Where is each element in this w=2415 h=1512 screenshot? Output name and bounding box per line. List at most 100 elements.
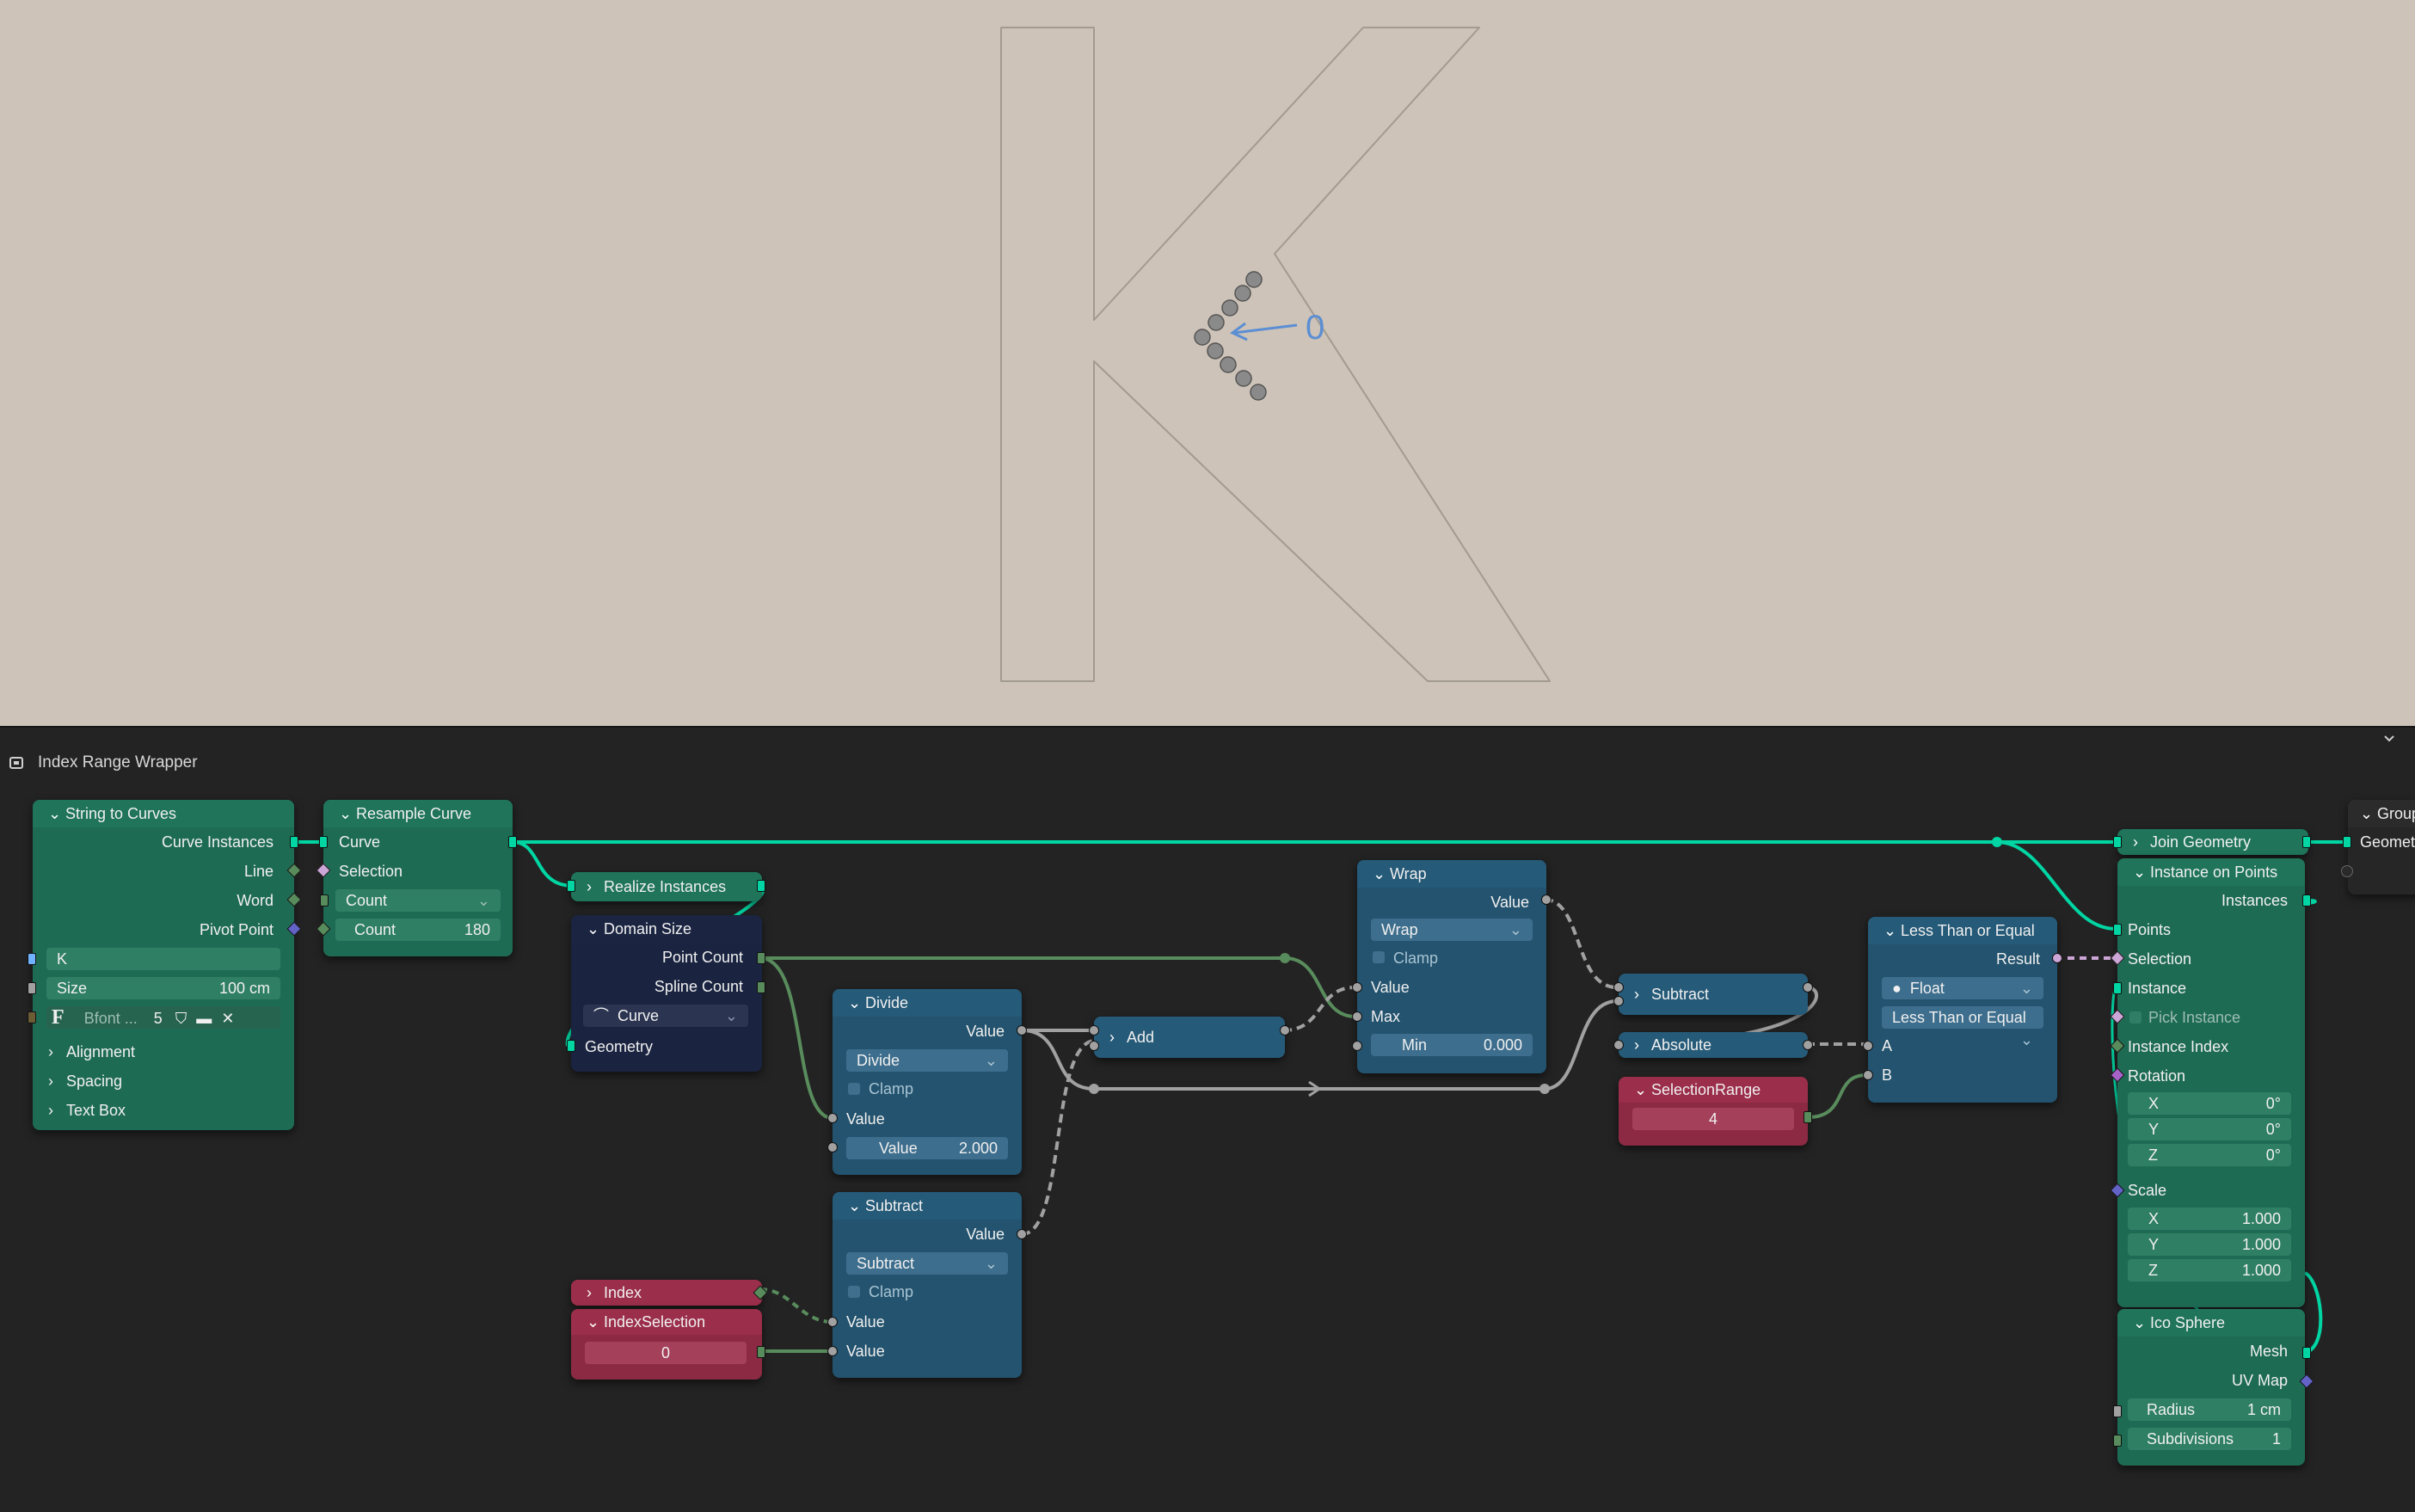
- chevron-right-icon[interactable]: ›: [587, 872, 597, 901]
- socket-instance-in[interactable]: [2113, 982, 2122, 994]
- scale-z[interactable]: Z 1.000: [2128, 1259, 2291, 1282]
- socket-spline-count[interactable]: [757, 981, 765, 993]
- node-ico-sphere[interactable]: ⌄ Ico Sphere Mesh UV Map Radius 1 cm Subdi…: [2117, 1309, 2305, 1466]
- socket-divide-out[interactable]: [1017, 1025, 1027, 1036]
- chevron-down-icon[interactable]: ⌄: [2133, 1309, 2146, 1337]
- node-subtract-index[interactable]: ⌄ Subtract Value Subtract ⌄ Clamp Value Va…: [833, 1192, 1022, 1378]
- socket-curve-out[interactable]: [508, 836, 517, 848]
- socket-absolute-in[interactable]: [1613, 1040, 1624, 1050]
- socket-wrap-max[interactable]: [1352, 1011, 1362, 1022]
- node-divide[interactable]: ⌄ Divide Value Divide ⌄ Clamp Value Value 2…: [833, 989, 1022, 1175]
- node-subtract[interactable]: › Subtract: [1619, 974, 1808, 1015]
- socket-instances-out[interactable]: [2302, 894, 2311, 907]
- node-domain-size[interactable]: ⌄ Domain Size Point Count Spline Count ⌒ …: [571, 915, 762, 1072]
- subdivisions-field[interactable]: Subdivisions 1: [2128, 1428, 2291, 1450]
- socket-realize-out[interactable]: [757, 880, 765, 892]
- folder-icon[interactable]: ▬: [196, 1010, 212, 1027]
- chevron-right-icon[interactable]: ›: [1634, 974, 1644, 1015]
- socket-subtract-out[interactable]: [1017, 1229, 1027, 1239]
- panel-text-box[interactable]: › Text Box: [48, 1096, 126, 1125]
- socket-selection-range-out[interactable]: [1804, 1111, 1812, 1123]
- socket-index-selection-out[interactable]: [757, 1346, 765, 1358]
- chevron-down-icon[interactable]: ⌄: [339, 800, 352, 827]
- socket-curve-in[interactable]: [319, 836, 328, 848]
- domain-dropdown[interactable]: ⌒ Curve ⌄: [583, 1005, 748, 1027]
- socket-domain-geometry[interactable]: [567, 1040, 575, 1052]
- chevron-down-icon[interactable]: ⌄: [848, 989, 861, 1017]
- scale-y[interactable]: Y 1.000: [2128, 1233, 2291, 1256]
- data-type-dropdown[interactable]: ● Float ⌄: [1882, 977, 2043, 999]
- socket-font[interactable]: [28, 1011, 36, 1023]
- chevron-down-icon[interactable]: [2382, 732, 2396, 746]
- font-selector[interactable]: F Bfont ... 5 ⛉ ▬ ✕: [46, 1006, 280, 1029]
- node-index-selection[interactable]: ⌄ IndexSelection 0: [571, 1309, 762, 1380]
- rotation-z[interactable]: Z 0°: [2128, 1144, 2291, 1166]
- socket-size[interactable]: [28, 982, 36, 994]
- node-absolute[interactable]: › Absolute: [1619, 1032, 1808, 1058]
- socket-string[interactable]: [28, 953, 36, 965]
- socket-subtract-in2[interactable]: [827, 1346, 838, 1356]
- socket-subdivisions-in[interactable]: [2113, 1435, 2122, 1447]
- chevron-down-icon[interactable]: ⌄: [587, 1309, 599, 1335]
- socket-subtract-b[interactable]: [1613, 996, 1624, 1006]
- chevron-down-icon[interactable]: ⌄: [2360, 800, 2373, 827]
- socket-point-count[interactable]: [757, 952, 765, 964]
- socket-compare-a[interactable]: [1863, 1041, 1873, 1051]
- socket-wrap-value[interactable]: [1352, 982, 1362, 993]
- socket-divide-in1[interactable]: [827, 1113, 838, 1123]
- count-field[interactable]: Count 180: [335, 919, 501, 941]
- node-add[interactable]: › Add: [1094, 1017, 1285, 1058]
- chevron-down-icon[interactable]: ⌄: [1883, 917, 1896, 944]
- chevron-right-icon[interactable]: ›: [1109, 1017, 1120, 1058]
- socket-compare-b[interactable]: [1863, 1070, 1873, 1080]
- socket-radius-in[interactable]: [2113, 1405, 2122, 1417]
- socket-group-empty[interactable]: [2341, 865, 2353, 877]
- chevron-right-icon[interactable]: ›: [2133, 829, 2143, 855]
- close-icon[interactable]: ✕: [221, 1010, 234, 1027]
- clamp-checkbox[interactable]: [1373, 951, 1385, 963]
- size-field[interactable]: Size 100 cm: [46, 977, 280, 999]
- chevron-down-icon[interactable]: ⌄: [1634, 1077, 1647, 1103]
- socket-absolute-out[interactable]: [1803, 1040, 1813, 1050]
- socket-subtract-top-out[interactable]: [1803, 982, 1813, 993]
- selection-range-value[interactable]: 4: [1632, 1108, 1794, 1130]
- rotation-x[interactable]: X 0°: [2128, 1092, 2291, 1115]
- chevron-right-icon[interactable]: ›: [1634, 1032, 1644, 1058]
- clamp-checkbox[interactable]: [848, 1286, 860, 1298]
- socket-group-geometry[interactable]: [2343, 836, 2351, 848]
- chevron-down-icon[interactable]: ⌄: [48, 800, 61, 827]
- node-selection-range[interactable]: ⌄ SelectionRange 4: [1619, 1077, 1808, 1146]
- panel-spacing[interactable]: › Spacing: [48, 1066, 122, 1096]
- node-index[interactable]: › Index: [571, 1280, 762, 1306]
- chevron-down-icon[interactable]: ⌄: [848, 1192, 861, 1220]
- socket-realize-in[interactable]: [567, 880, 575, 892]
- operation-dropdown[interactable]: Less Than or Equal ⌄: [1882, 1006, 2043, 1048]
- string-input[interactable]: K: [46, 948, 280, 970]
- node-wrap[interactable]: ⌄ Wrap Value Wrap ⌄ Clamp Value Max Min 0.0…: [1357, 860, 1546, 1073]
- scale-x[interactable]: X 1.000: [2128, 1208, 2291, 1230]
- socket-divide-in2[interactable]: [827, 1142, 838, 1152]
- socket-result-out[interactable]: [2052, 953, 2062, 963]
- socket-subtract-a[interactable]: [1613, 982, 1624, 993]
- socket-join-out[interactable]: [2302, 836, 2311, 848]
- operation-dropdown[interactable]: Divide ⌄: [846, 1049, 1008, 1072]
- rotation-y[interactable]: Y 0°: [2128, 1118, 2291, 1140]
- node-join-geometry[interactable]: › Join Geometry: [2117, 829, 2308, 855]
- index-selection-value[interactable]: 0: [585, 1342, 747, 1364]
- node-resample-curve[interactable]: ⌄ Resample Curve Curve Selection Count ⌄ C…: [323, 800, 513, 956]
- clamp-checkbox[interactable]: [848, 1083, 860, 1095]
- min-field[interactable]: Min 0.000: [1371, 1034, 1533, 1056]
- socket-points-in[interactable]: [2113, 924, 2122, 936]
- operation-dropdown[interactable]: Subtract ⌄: [846, 1252, 1008, 1275]
- 3d-viewport[interactable]: 0: [0, 0, 2415, 728]
- radius-field[interactable]: Radius 1 cm: [2128, 1398, 2291, 1421]
- socket-join-in[interactable]: [2113, 836, 2122, 848]
- node-less-than-or-equal[interactable]: ⌄ Less Than or Equal Result ● Float ⌄ Less…: [1868, 917, 2057, 1103]
- mode-dropdown[interactable]: Count ⌄: [335, 889, 501, 912]
- node-group-output[interactable]: ⌄Group Geometr: [2348, 800, 2415, 894]
- node-realize-instances[interactable]: › Realize Instances: [571, 872, 762, 901]
- value-field[interactable]: Value 2.000: [846, 1137, 1008, 1159]
- node-string-to-curves[interactable]: ⌄ String to Curves Curve Instances Line W…: [33, 800, 294, 1130]
- socket-add-in1[interactable]: [1089, 1025, 1099, 1036]
- operation-dropdown[interactable]: Wrap ⌄: [1371, 919, 1533, 941]
